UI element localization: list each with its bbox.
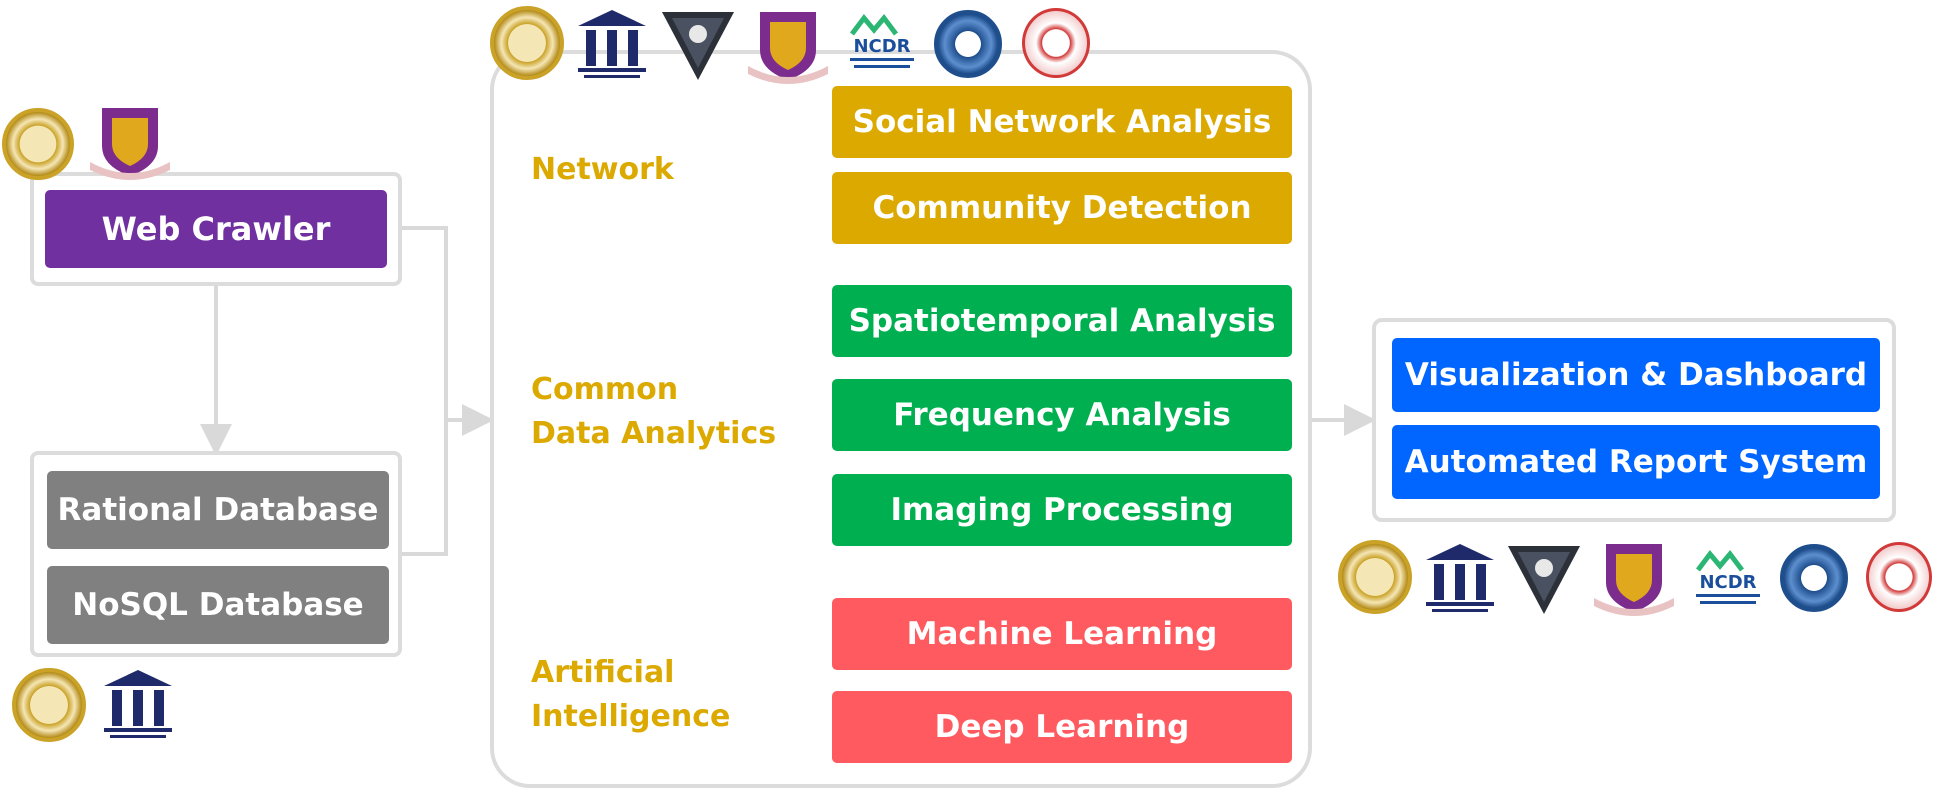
university-seal-logo [12, 668, 86, 742]
category-line: Data Analytics [531, 416, 777, 451]
institute-pillars-logo [1424, 542, 1496, 618]
institute-pillars-logo [102, 668, 174, 742]
ncdr-logo: NCDR [846, 12, 918, 72]
category-common-data-analytics: Common Data Analytics [531, 368, 776, 456]
nosql-database-box[interactable]: NoSQL Database [47, 566, 389, 644]
spatiotemporal-analysis-box[interactable]: Spatiotemporal Analysis [832, 285, 1292, 357]
category-line: Intelligence [531, 699, 731, 734]
university-seal-logo [490, 6, 564, 80]
community-detection-box[interactable]: Community Detection [832, 172, 1292, 244]
imaging-processing-box[interactable]: Imaging Processing [832, 474, 1292, 546]
institute-pillars-logo [576, 8, 648, 84]
left-bracket-line [402, 226, 448, 556]
academia-sinica-logo [934, 10, 1002, 78]
university-seal-logo [1338, 540, 1412, 614]
university-seal-logo [2, 108, 74, 180]
crest-logo [1592, 540, 1676, 616]
visualization-dashboard-box[interactable]: Visualization & Dashboard [1392, 338, 1880, 412]
social-network-analysis-box[interactable]: Social Network Analysis [832, 86, 1292, 158]
rational-database-box[interactable]: Rational Database [47, 471, 389, 549]
automated-report-system-box[interactable]: Automated Report System [1392, 425, 1880, 499]
triangle-emblem-logo [1506, 544, 1582, 616]
deep-learning-box[interactable]: Deep Learning [832, 691, 1292, 763]
ncdr-logo: NCDR [1692, 548, 1764, 608]
medical-university-logo [1866, 542, 1932, 612]
machine-learning-box[interactable]: Machine Learning [832, 598, 1292, 670]
ncdr-label: NCDR [853, 36, 910, 57]
crest-logo [88, 104, 172, 180]
frequency-analysis-box[interactable]: Frequency Analysis [832, 379, 1292, 451]
category-line: Artificial [531, 655, 675, 690]
category-network: Network [531, 152, 674, 187]
category-artificial-intelligence: Artificial Intelligence [531, 651, 730, 739]
web-crawler-box[interactable]: Web Crawler [45, 190, 387, 268]
crest-logo [746, 8, 830, 84]
academia-sinica-logo [1780, 544, 1848, 612]
category-line: Common [531, 372, 679, 407]
medical-university-logo [1022, 8, 1090, 78]
triangle-emblem-logo [660, 10, 736, 82]
ncdr-label: NCDR [1699, 572, 1756, 593]
